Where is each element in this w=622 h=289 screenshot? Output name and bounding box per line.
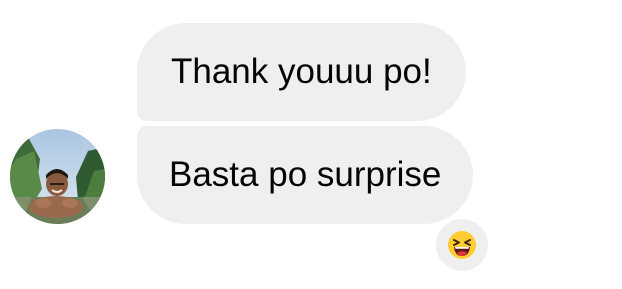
- reaction-badge: [436, 219, 488, 271]
- message-bubble[interactable]: Basta po surprise: [137, 126, 474, 224]
- sender-avatar[interactable]: [10, 129, 105, 224]
- message-thread: Thank youuu po! Basta po surprise: [0, 0, 622, 289]
- message-reaction[interactable]: [434, 217, 490, 273]
- message-text: Basta po surprise: [169, 155, 442, 194]
- message-text: Thank youuu po!: [171, 52, 432, 91]
- laughing-face-icon: [448, 231, 476, 259]
- avatar-photo: [10, 129, 105, 224]
- message-bubble[interactable]: Thank youuu po!: [137, 23, 466, 121]
